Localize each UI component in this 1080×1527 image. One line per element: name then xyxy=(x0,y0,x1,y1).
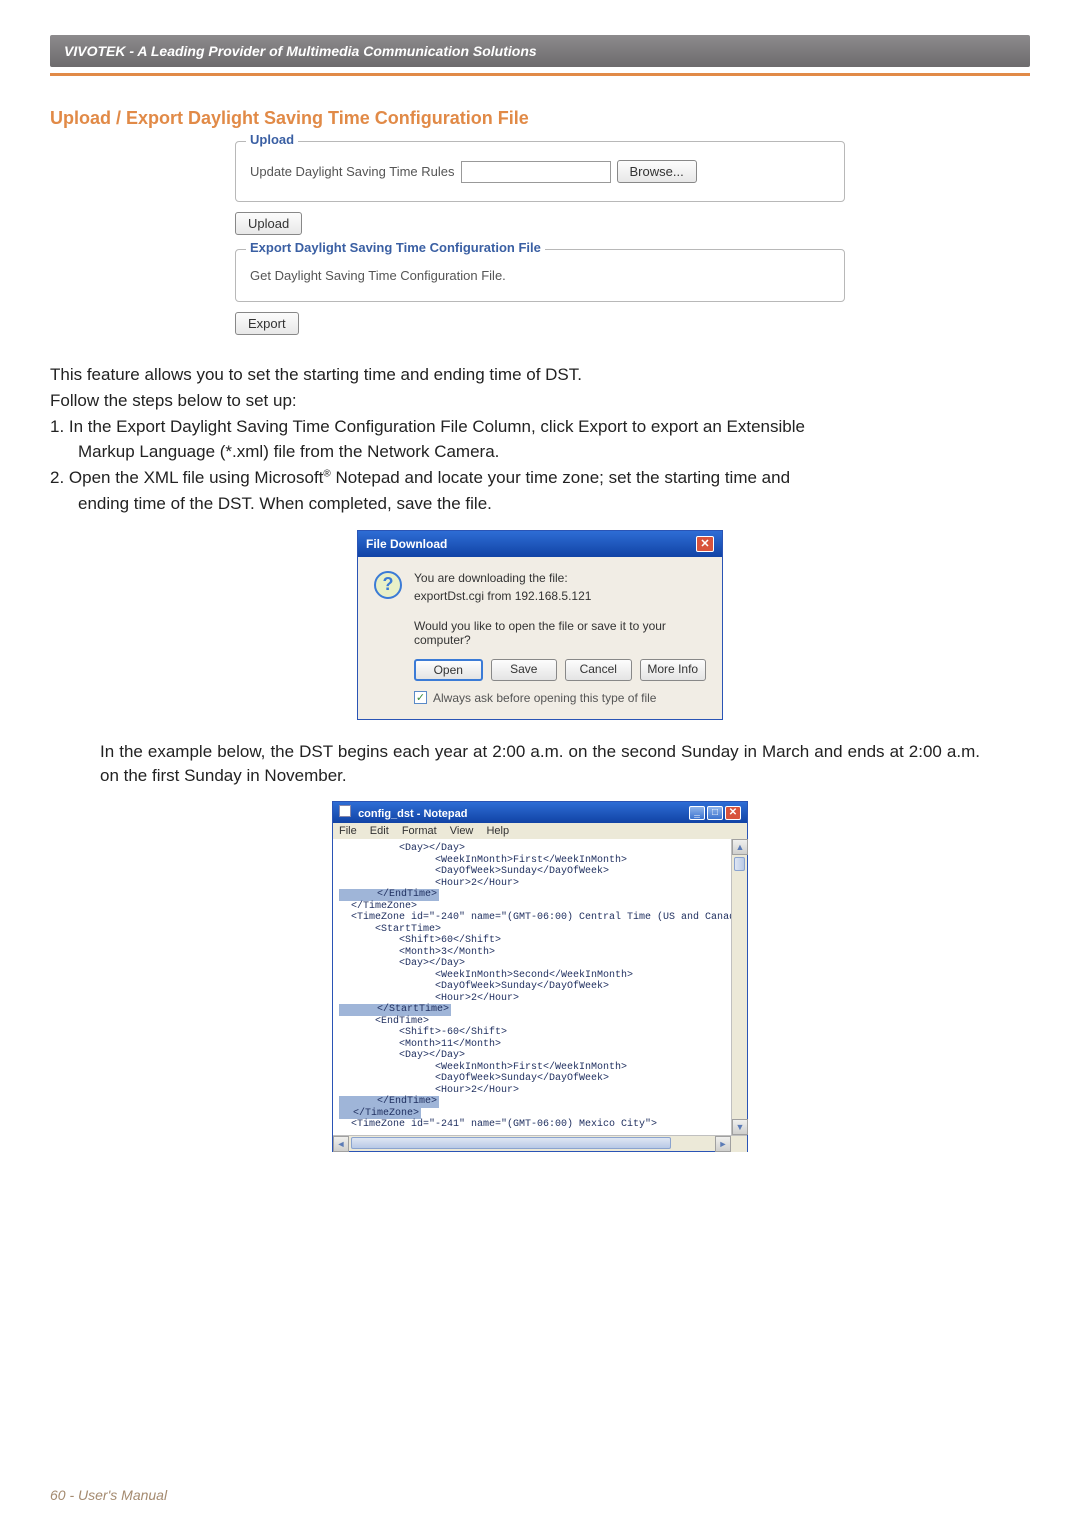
always-ask-checkbox[interactable]: ✓ xyxy=(414,691,427,704)
export-row: Get Daylight Saving Time Configuration F… xyxy=(250,268,830,283)
always-ask-label: Always ask before opening this type of f… xyxy=(433,691,656,705)
notepad-window-controls: ‗ □ ✕ xyxy=(689,806,741,820)
dialog-titlebar: File Download ✕ xyxy=(358,531,722,557)
notepad-scrollbar-vertical[interactable]: ▲ ▼ xyxy=(731,839,747,1135)
export-label: Get Daylight Saving Time Configuration F… xyxy=(250,268,506,283)
export-legend: Export Daylight Saving Time Configuratio… xyxy=(246,240,545,255)
banner-text: VIVOTEK - A Leading Provider of Multimed… xyxy=(64,43,537,59)
dialog-question: Would you like to open the file or save … xyxy=(414,619,706,647)
upload-label: Update Daylight Saving Time Rules xyxy=(250,164,455,179)
dialog-title-text: File Download xyxy=(366,537,447,551)
scroll-right-icon[interactable]: ► xyxy=(715,1136,731,1152)
menu-edit[interactable]: Edit xyxy=(370,825,389,837)
upload-path-input[interactable] xyxy=(461,161,611,183)
dialog-button-row: Open Save Cancel More Info xyxy=(414,659,706,681)
example-paragraph: In the example below, the DST begins eac… xyxy=(100,740,980,788)
notepad-title-text: config_dst - Notepad xyxy=(358,808,467,820)
scroll-thumb-vertical[interactable] xyxy=(734,857,745,871)
scroll-down-icon[interactable]: ▼ xyxy=(732,1119,748,1135)
browse-button[interactable]: Browse... xyxy=(617,160,697,183)
notepad-icon xyxy=(339,805,351,817)
scroll-thumb-horizontal[interactable] xyxy=(351,1137,671,1149)
export-button[interactable]: Export xyxy=(235,312,299,335)
scroll-left-icon[interactable]: ◄ xyxy=(333,1136,349,1152)
page-number: 60 xyxy=(50,1487,66,1503)
body-p1: This feature allows you to set the start… xyxy=(50,363,1030,387)
upload-fieldset: Upload Update Daylight Saving Time Rules… xyxy=(235,141,845,202)
open-button[interactable]: Open xyxy=(414,659,483,681)
notepad-body: <Day></Day> <WeekInMonth>First</WeekInMo… xyxy=(333,839,747,1135)
upload-legend: Upload xyxy=(246,132,298,147)
dialog-checkbox-row: ✓ Always ask before opening this type of… xyxy=(414,691,706,705)
dialog-line2: exportDst.cgi from 192.168.5.121 xyxy=(414,589,706,603)
dialog-body: ? You are downloading the file: exportDs… xyxy=(358,557,722,719)
document-page: VIVOTEK - A Leading Provider of Multimed… xyxy=(0,0,1080,1527)
notepad-content[interactable]: <Day></Day> <WeekInMonth>First</WeekInMo… xyxy=(333,839,731,1135)
body-step2: 2. Open the XML file using Microsoft® No… xyxy=(50,466,1030,490)
body-step2b-text: Notepad and locate your time zone; set t… xyxy=(331,468,790,487)
maximize-button[interactable]: □ xyxy=(707,806,723,820)
menu-format[interactable]: Format xyxy=(402,825,437,837)
config-ui-block: Upload Update Daylight Saving Time Rules… xyxy=(235,141,845,349)
body-step2c: ending time of the DST. When completed, … xyxy=(50,492,1030,516)
body-text-block: This feature allows you to set the start… xyxy=(50,363,1030,516)
notepad-title-row: config_dst - Notepad xyxy=(339,805,467,820)
resize-grip-icon[interactable] xyxy=(731,1136,747,1152)
body-step1b: Markup Language (*.xml) file from the Ne… xyxy=(50,440,1030,464)
body-step1: 1. In the Export Daylight Saving Time Co… xyxy=(50,415,1030,439)
header-banner: VIVOTEK - A Leading Provider of Multimed… xyxy=(50,35,1030,67)
upload-row: Update Daylight Saving Time Rules Browse… xyxy=(250,160,830,183)
notepad-titlebar: config_dst - Notepad ‗ □ ✕ xyxy=(333,802,747,823)
notepad-menubar: File Edit Format View Help xyxy=(333,823,747,839)
file-download-dialog: File Download ✕ ? You are downloading th… xyxy=(357,530,723,720)
question-icon: ? xyxy=(374,571,402,599)
body-p2: Follow the steps below to set up: xyxy=(50,389,1030,413)
notepad-scrollbar-horizontal[interactable]: ◄ ► xyxy=(333,1135,747,1151)
dialog-close-button[interactable]: ✕ xyxy=(696,536,714,552)
minimize-button[interactable]: ‗ xyxy=(689,806,705,820)
page-footer: 60 - User's Manual xyxy=(50,1487,167,1503)
body-step2a-text: 2. Open the XML file using Microsoft xyxy=(50,468,323,487)
export-fieldset: Export Daylight Saving Time Configuratio… xyxy=(235,249,845,302)
menu-help[interactable]: Help xyxy=(486,825,509,837)
upload-button[interactable]: Upload xyxy=(235,212,302,235)
banner-divider xyxy=(50,73,1030,76)
dialog-content: You are downloading the file: exportDst.… xyxy=(414,571,706,705)
dialog-line1: You are downloading the file: xyxy=(414,571,706,585)
scroll-up-icon[interactable]: ▲ xyxy=(732,839,748,855)
menu-view[interactable]: View xyxy=(450,825,474,837)
more-info-button[interactable]: More Info xyxy=(640,659,707,681)
footer-label: User's Manual xyxy=(78,1487,167,1503)
footer-separator: - xyxy=(69,1487,78,1503)
cancel-button[interactable]: Cancel xyxy=(565,659,632,681)
registered-symbol: ® xyxy=(323,469,330,480)
section-title: Upload / Export Daylight Saving Time Con… xyxy=(50,108,1030,129)
save-button[interactable]: Save xyxy=(491,659,558,681)
notepad-window: config_dst - Notepad ‗ □ ✕ File Edit For… xyxy=(332,801,748,1152)
notepad-close-button[interactable]: ✕ xyxy=(725,806,741,820)
menu-file[interactable]: File xyxy=(339,825,357,837)
